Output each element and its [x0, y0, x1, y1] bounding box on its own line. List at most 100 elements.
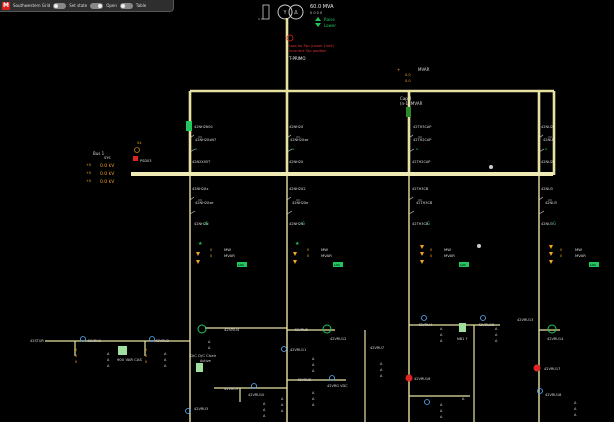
svg-text:42NU2: 42NU2 — [541, 125, 553, 129]
svg-text:A: A — [380, 374, 383, 378]
svg-text:MVAR: MVAR — [224, 253, 235, 258]
svg-text:42NH2Xxe: 42NH2Xxe — [195, 201, 213, 205]
svg-text:0 0: 0 0 — [258, 17, 263, 21]
feeder-lower-2[interactable]: 42NH2X2 42NH2Xe 42NH2N — [289, 187, 308, 226]
transformer-name: T-PRIMO — [288, 56, 306, 61]
fault-breaker-icon-2[interactable] — [533, 364, 541, 372]
svg-text:0.0 kV: 0.0 kV — [100, 179, 115, 185]
cap-bank-label: 900 VAR CAS — [117, 357, 142, 362]
svg-text:42VRG VDC: 42VRG VDC — [327, 384, 348, 388]
svg-text:42VRU5: 42VRU5 — [294, 328, 308, 332]
svg-text:LOC: LOC — [460, 263, 466, 267]
svg-text:0: 0 — [145, 348, 147, 352]
vr-icon-7[interactable] — [421, 315, 427, 321]
svg-text:A: A — [440, 403, 443, 407]
transformer-sub: 0 0 0 0 — [310, 11, 322, 15]
alarm-line-2: Incorrect Tap position — [289, 49, 327, 53]
meter-3[interactable]: MW MVAR LOC 0 0 — [420, 245, 469, 267]
svg-text:42NH2Xe: 42NH2Xe — [292, 201, 308, 205]
svg-text:A: A — [440, 327, 443, 331]
svg-text:A: A — [462, 397, 465, 401]
cap-rating: (n-1) MVAR — [400, 101, 423, 106]
svg-text:LOC: LOC — [334, 263, 340, 267]
svg-text:42NU3: 42NU3 — [541, 222, 553, 226]
feeder-upper-3[interactable]: 42TH2CAP 42TH2CAP — [412, 138, 431, 164]
svg-text:0: 0 — [560, 248, 562, 252]
vr-icon-3[interactable] — [281, 346, 287, 352]
cap-indicator[interactable] — [406, 107, 411, 117]
svg-text:0: 0 — [145, 360, 147, 364]
breaker-open-icon-1[interactable] — [197, 324, 207, 334]
svg-text:+0: +0 — [86, 171, 91, 175]
svg-text:42NH2XxN7: 42NH2XxN7 — [195, 138, 216, 142]
svg-text:NB1 7: NB1 7 — [457, 337, 468, 341]
feeder-upper-2[interactable]: 42NH2X 42NH2Xxe 42NH2X — [289, 125, 308, 164]
svg-text:42VRU17: 42VRU17 — [544, 367, 560, 371]
svg-text:+0: +0 — [86, 179, 91, 183]
svg-text:G: G — [195, 147, 198, 151]
svg-text:A: A — [574, 401, 577, 405]
svg-text:A: A — [440, 339, 443, 343]
svg-text:0: 0 — [430, 254, 432, 258]
svg-text:A: A — [281, 403, 284, 407]
svg-text:0: 0 — [307, 254, 309, 258]
chair-icon[interactable] — [196, 363, 203, 372]
meter-4[interactable]: MW MVAR LOC 0 0 — [549, 245, 599, 267]
svg-text:0.0: 0.0 — [405, 79, 411, 83]
vr-icon-9[interactable] — [537, 388, 543, 394]
chair-label-1: D/C O/C Chair — [190, 353, 217, 358]
svg-text:0: 0 — [145, 354, 147, 358]
breaker-open-icon-2[interactable] — [322, 324, 332, 334]
svg-text:42NH2N01: 42NH2N01 — [194, 125, 213, 129]
lower-arrow-icon[interactable] — [315, 23, 321, 27]
mvar-top: MVAR — [418, 67, 430, 72]
nb-icon[interactable] — [459, 323, 466, 332]
bus-node: PSD03 — [140, 159, 151, 163]
feeder-lower-1[interactable]: 42NH2Xx 42NH2Xxe 42NH2N — [192, 187, 213, 226]
svg-text:+0: +0 — [86, 163, 91, 167]
bus-breaker-icon[interactable] — [133, 156, 138, 161]
breaker-open-icon-3[interactable] — [547, 324, 557, 334]
raise-arrow-icon[interactable] — [315, 17, 321, 21]
svg-text:42NU2: 42NU2 — [541, 160, 553, 164]
chair-label-2: Active — [200, 359, 211, 363]
svg-text:MW: MW — [321, 247, 328, 252]
svg-text:A: A — [495, 333, 498, 337]
bus-label-1: Bus 1 — [93, 151, 105, 156]
svg-text:MW: MW — [575, 247, 582, 252]
svg-text:42VRU8: 42VRU8 — [297, 378, 311, 382]
svg-text:MVAR: MVAR — [321, 253, 332, 258]
transformer-icon[interactable]: Y Δ — [262, 4, 304, 20]
svg-text:G: G — [302, 221, 305, 226]
cap-bank-icon[interactable] — [118, 346, 127, 355]
svg-text:A: A — [164, 352, 167, 356]
fault-breaker-icon-1[interactable] — [405, 374, 413, 382]
svg-text:A: A — [495, 327, 498, 331]
svg-text:A: A — [281, 397, 284, 401]
svg-text:0: 0 — [560, 254, 562, 258]
svg-text:42TH3CB: 42TH3CB — [416, 201, 433, 205]
svg-text:42VRU3: 42VRU3 — [194, 407, 208, 411]
meter-1[interactable]: ★ MW MVAR LOC 0 0 — [196, 241, 247, 267]
svg-text:★: ★ — [198, 241, 203, 247]
meter-2[interactable]: ★ MW MVAR LOC 0 0 — [293, 241, 343, 267]
svg-text:0: 0 — [210, 254, 212, 258]
left-tag: 42STUR — [30, 339, 44, 343]
svg-text:A: A — [107, 352, 110, 356]
svg-text:42NH2X: 42NH2X — [289, 125, 304, 129]
feeder-upper-1[interactable]: 42NH2N01 42NH2XxN7 42N2X05T — [192, 125, 216, 164]
svg-text:42N2X05T: 42N2X05T — [192, 160, 211, 164]
svg-text:A: A — [312, 397, 315, 401]
svg-text:MW: MW — [444, 247, 451, 252]
svg-text:42VRU9: 42VRU9 — [224, 387, 238, 391]
svg-text:0.0 kV: 0.0 kV — [100, 171, 115, 177]
vr-icon-8[interactable] — [480, 315, 486, 321]
svg-text:42NH2X2: 42NH2X2 — [289, 187, 306, 191]
svg-text:MW: MW — [224, 247, 231, 252]
svg-text:A: A — [440, 333, 443, 337]
vr-icon-10[interactable] — [424, 399, 430, 405]
svg-text:A: A — [263, 408, 266, 412]
svg-text:A: A — [495, 339, 498, 343]
breaker-closed-icon[interactable] — [186, 121, 192, 131]
svg-text:42VRU10: 42VRU10 — [248, 393, 264, 397]
